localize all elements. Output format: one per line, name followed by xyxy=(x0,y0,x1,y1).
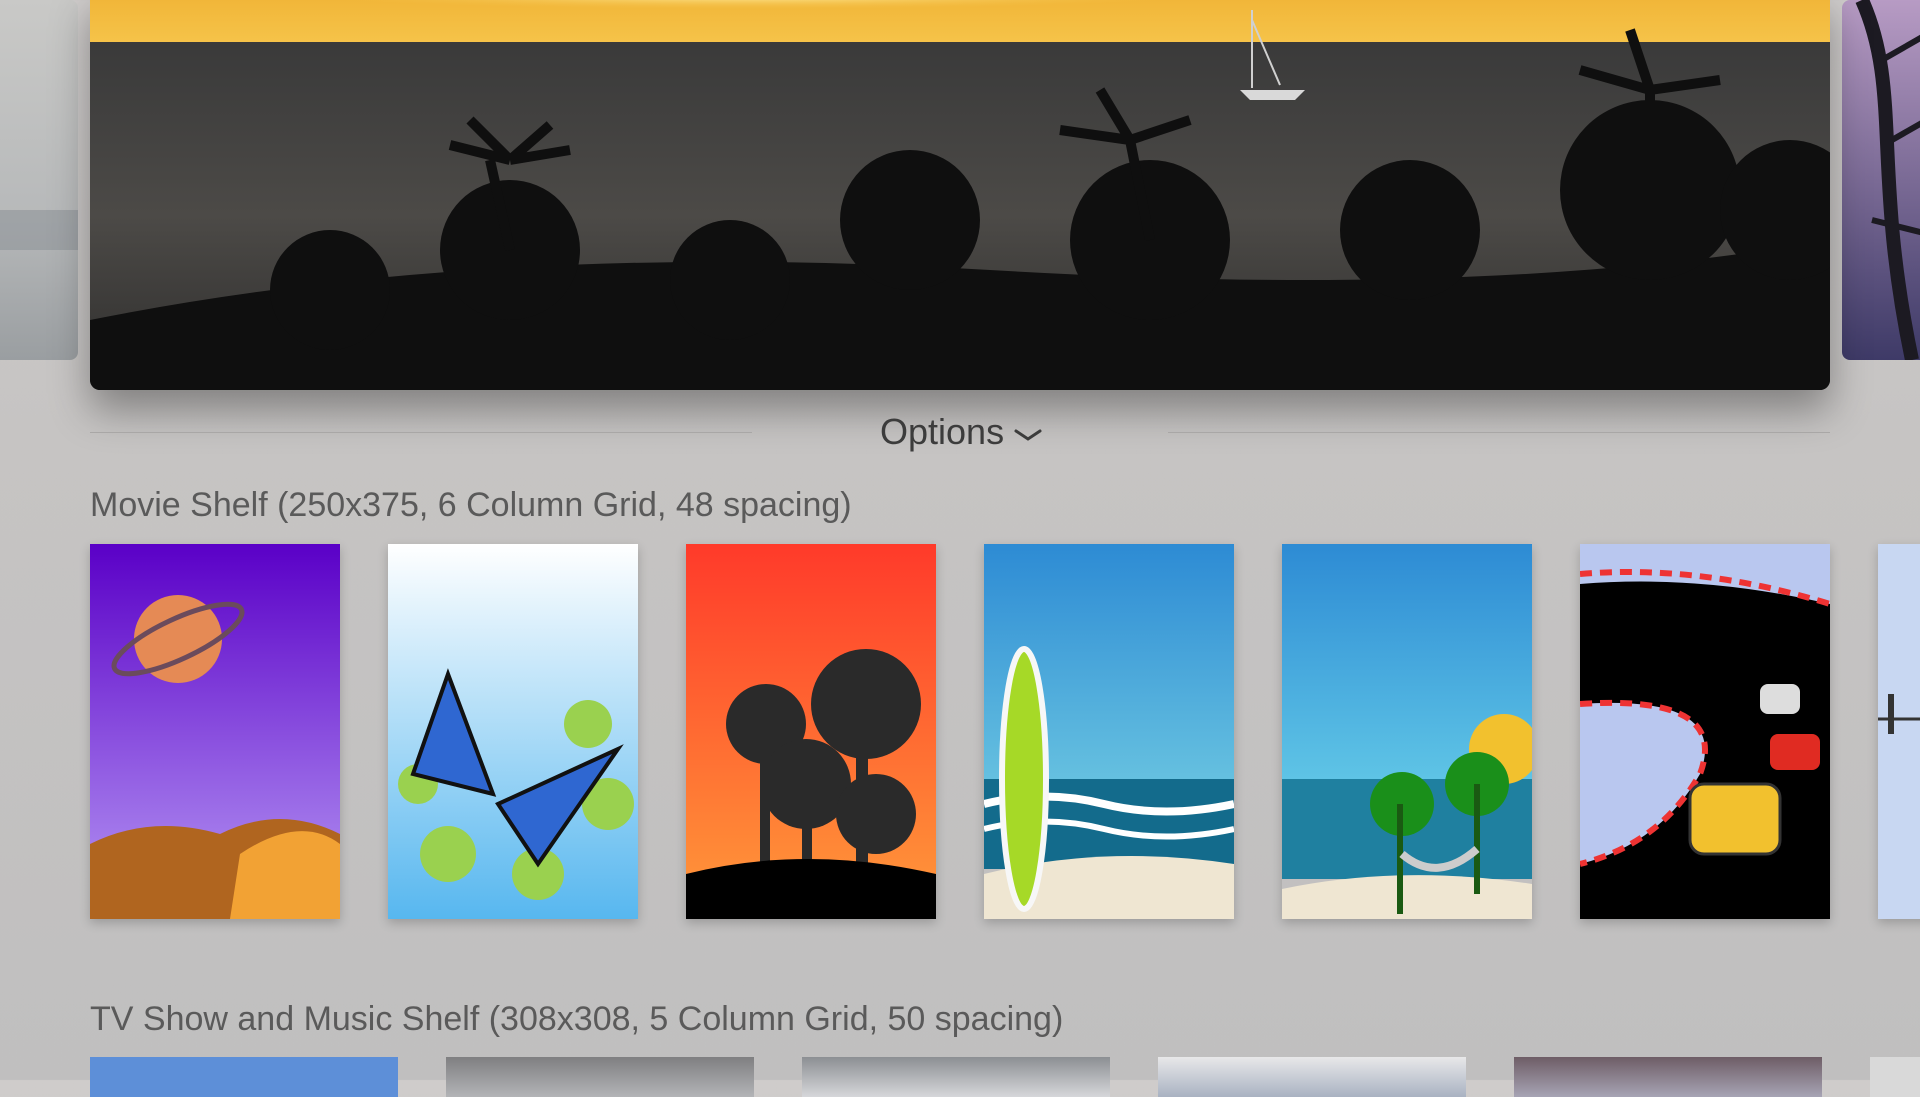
chevron-down-icon xyxy=(1014,411,1042,453)
movie-poster-race-cars[interactable] xyxy=(1580,544,1830,919)
movie-shelf-title: Movie Shelf (250x375, 6 Column Grid, 48 … xyxy=(90,486,852,524)
hero-next-item[interactable] xyxy=(1842,0,1920,360)
movie-poster-planet[interactable] xyxy=(90,544,340,919)
tv-shelf-tile[interactable] xyxy=(1514,1057,1822,1097)
movie-poster-palm-sunset[interactable] xyxy=(686,544,936,919)
butterfly-icon xyxy=(388,544,638,919)
movie-poster-surfboard[interactable] xyxy=(984,544,1234,919)
tv-shelf-tile[interactable] xyxy=(1158,1057,1466,1097)
hero-prev-item[interactable] xyxy=(0,0,78,360)
options-button[interactable]: Options xyxy=(880,410,1042,454)
planet-icon xyxy=(90,544,340,919)
palm-trees-icon xyxy=(686,544,936,919)
bridge-icon xyxy=(1878,544,1920,919)
tv-shelf-title: TV Show and Music Shelf (308x308, 5 Colu… xyxy=(90,1000,1064,1038)
surfboard-icon xyxy=(984,544,1234,919)
options-divider-right xyxy=(1168,432,1830,433)
hero-image[interactable] xyxy=(90,0,1830,390)
movie-poster-butterfly[interactable] xyxy=(388,544,638,919)
hammock-icon xyxy=(1282,544,1532,919)
tv-shelf-tile[interactable] xyxy=(446,1057,754,1097)
movie-poster-bridge[interactable] xyxy=(1878,544,1920,919)
movie-poster-hammock[interactable] xyxy=(1282,544,1532,919)
options-divider-left xyxy=(90,432,752,433)
tv-shelf-tile[interactable] xyxy=(802,1057,1110,1097)
tv-shelf-tile[interactable] xyxy=(90,1057,398,1097)
tv-shelf-tile[interactable] xyxy=(1870,1057,1920,1097)
race-car-icon xyxy=(1580,544,1830,919)
options-label: Options xyxy=(880,411,1005,452)
